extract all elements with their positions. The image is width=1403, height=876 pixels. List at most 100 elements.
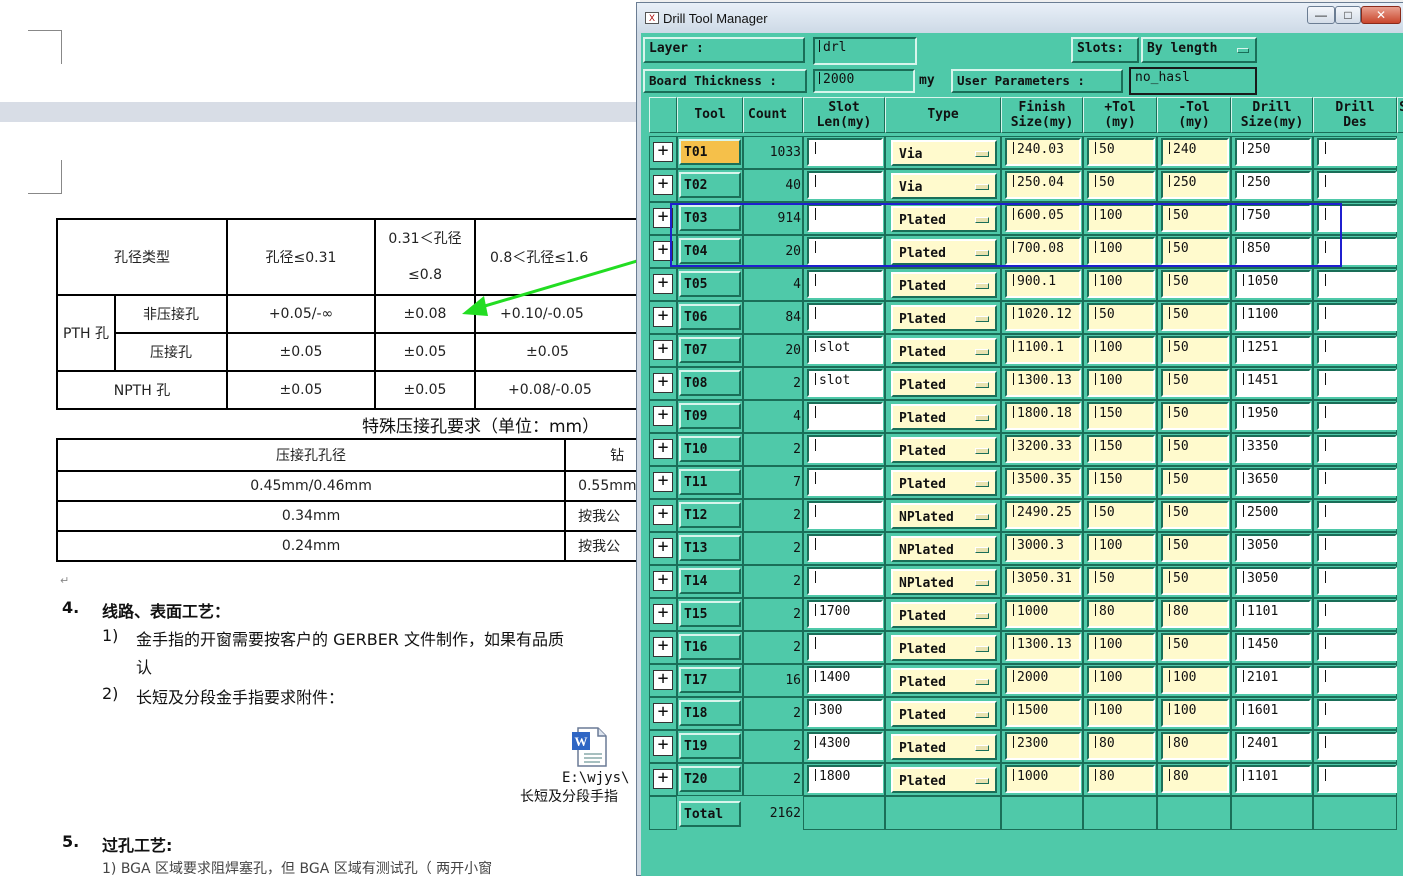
plus-tol-input[interactable]: 50 [1087,501,1155,529]
minus-tol-input[interactable]: 50 [1161,567,1229,595]
close-button[interactable]: ✕ [1361,6,1401,24]
expand-row-icon[interactable]: + [653,373,673,393]
board-thickness-field[interactable]: 2000 [813,69,915,93]
expand-row-icon[interactable]: + [653,175,673,195]
expand-row-icon[interactable]: + [653,637,673,657]
drill-des-input[interactable] [1317,699,1397,727]
finish-size-input[interactable]: 1500 [1005,699,1081,727]
type-dropdown[interactable]: Plated [891,305,997,331]
expand-row-icon[interactable]: + [653,703,673,723]
tool-button[interactable]: T13 [679,535,741,561]
tool-button[interactable]: T20 [679,766,741,792]
drill-size-input[interactable]: 3350 [1235,435,1311,463]
drill-des-input[interactable] [1317,732,1397,760]
slot-length-input[interactable]: 300 [807,699,883,727]
drill-tool-manager-window[interactable]: X Drill Tool Manager — □ ✕ Layer : drl S… [636,2,1403,876]
tool-button[interactable]: T19 [679,733,741,759]
plus-tol-input[interactable]: 80 [1087,732,1155,760]
type-dropdown[interactable]: Plated [891,470,997,496]
finish-size-input[interactable]: 3500.35 [1005,468,1081,496]
finish-size-input[interactable]: 1020.12 [1005,303,1081,331]
user-parameters-field[interactable]: no_hasl [1129,67,1257,95]
plus-tol-input[interactable]: 50 [1087,303,1155,331]
finish-size-input[interactable]: 1000 [1005,600,1081,628]
drill-des-input[interactable] [1317,336,1397,364]
expand-row-icon[interactable]: + [653,340,673,360]
drill-size-input[interactable]: 1101 [1235,765,1311,793]
drill-des-input[interactable] [1317,633,1397,661]
plus-tol-input[interactable]: 50 [1087,567,1155,595]
finish-size-input[interactable]: 2300 [1005,732,1081,760]
tool-button[interactable]: T10 [679,436,741,462]
slot-length-input[interactable] [807,633,883,661]
finish-size-input[interactable]: 240.03 [1005,138,1081,166]
drill-des-input[interactable] [1317,303,1397,331]
expand-row-icon[interactable]: + [653,274,673,294]
minus-tol-input[interactable]: 50 [1161,303,1229,331]
plus-tol-input[interactable]: 100 [1087,699,1155,727]
slot-length-input[interactable] [807,138,883,166]
type-dropdown[interactable]: Plated [891,404,997,430]
plus-tol-input[interactable]: 100 [1087,534,1155,562]
tool-button[interactable]: T07 [679,337,741,363]
drill-des-input[interactable] [1317,270,1397,298]
plus-tol-input[interactable]: 80 [1087,600,1155,628]
minus-tol-input[interactable]: 250 [1161,171,1229,199]
plus-tol-input[interactable]: 100 [1087,336,1155,364]
type-dropdown[interactable]: Plated [891,701,997,727]
minus-tol-input[interactable]: 50 [1161,336,1229,364]
plus-tol-input[interactable]: 50 [1087,138,1155,166]
tool-button[interactable]: T12 [679,502,741,528]
minus-tol-input[interactable]: 240 [1161,138,1229,166]
slot-length-input[interactable] [807,171,883,199]
expand-row-icon[interactable]: + [653,142,673,162]
type-dropdown[interactable]: Plated [891,668,997,694]
expand-row-icon[interactable]: + [653,307,673,327]
minus-tol-input[interactable]: 80 [1161,600,1229,628]
finish-size-input[interactable]: 1300.13 [1005,633,1081,661]
slot-length-input[interactable]: 4300 [807,732,883,760]
drill-size-input[interactable]: 1050 [1235,270,1311,298]
type-dropdown[interactable]: NPlated [891,503,997,529]
minus-tol-input[interactable]: 50 [1161,270,1229,298]
drill-size-input[interactable]: 1451 [1235,369,1311,397]
expand-row-icon[interactable]: + [653,538,673,558]
minimize-button[interactable]: — [1307,6,1335,24]
minus-tol-input[interactable]: 50 [1161,468,1229,496]
minus-tol-input[interactable]: 50 [1161,501,1229,529]
plus-tol-input[interactable]: 100 [1087,633,1155,661]
slots-dropdown[interactable]: By length [1141,37,1257,63]
tool-button[interactable]: T11 [679,469,741,495]
minus-tol-input[interactable]: 100 [1161,699,1229,727]
slot-length-input[interactable] [807,402,883,430]
tool-button[interactable]: T08 [679,370,741,396]
minus-tol-input[interactable]: 50 [1161,369,1229,397]
type-dropdown[interactable]: Plated [891,338,997,364]
minus-tol-input[interactable]: 50 [1161,534,1229,562]
type-dropdown[interactable]: Plated [891,371,997,397]
tool-button[interactable]: T01 [679,139,741,165]
type-dropdown[interactable]: NPlated [891,569,997,595]
drill-des-input[interactable] [1317,567,1397,595]
slot-length-input[interactable] [807,435,883,463]
plus-tol-input[interactable]: 100 [1087,270,1155,298]
type-dropdown[interactable]: Plated [891,734,997,760]
drill-size-input[interactable]: 1450 [1235,633,1311,661]
tool-button[interactable]: T14 [679,568,741,594]
finish-size-input[interactable]: 250.04 [1005,171,1081,199]
expand-row-icon[interactable]: + [653,439,673,459]
minus-tol-input[interactable]: 50 [1161,633,1229,661]
tool-button[interactable]: T06 [679,304,741,330]
type-dropdown[interactable]: Plated [891,437,997,463]
tool-button[interactable]: T09 [679,403,741,429]
drill-size-input[interactable]: 3050 [1235,567,1311,595]
finish-size-input[interactable]: 3200.33 [1005,435,1081,463]
type-dropdown[interactable]: Plated [891,635,997,661]
slot-length-input[interactable] [807,534,883,562]
minus-tol-input[interactable]: 50 [1161,435,1229,463]
plus-tol-input[interactable]: 150 [1087,468,1155,496]
minus-tol-input[interactable]: 80 [1161,765,1229,793]
finish-size-input[interactable]: 3000.3 [1005,534,1081,562]
drill-size-input[interactable]: 1950 [1235,402,1311,430]
finish-size-input[interactable]: 2000 [1005,666,1081,694]
